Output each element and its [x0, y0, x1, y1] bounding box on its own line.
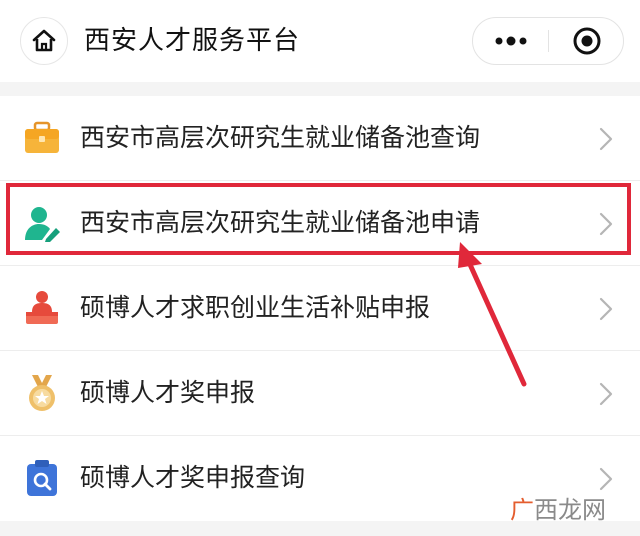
- watermark-accent: 广: [510, 496, 534, 524]
- chevron-right-icon: [599, 382, 613, 406]
- home-icon: [32, 29, 56, 52]
- header-bar: 西安人才服务平台: [0, 0, 640, 82]
- service-menu-list: 西安市高层次研究生就业储备池查询 西安市高层次研究生就业储备池申请 硕博人才求职…: [0, 96, 640, 521]
- menu-item-label: 西安市高层次研究生就业储备池查询: [80, 123, 481, 152]
- chevron-right-icon: [599, 297, 613, 321]
- target-close-icon: [573, 27, 600, 55]
- briefcase-icon: [25, 121, 59, 153]
- menu-item-talent-award[interactable]: 硕博人才奖申报: [0, 351, 640, 436]
- menu-item-pool-query[interactable]: 西安市高层次研究生就业储备池查询: [0, 96, 640, 181]
- watermark: 广西龙网: [510, 490, 606, 530]
- page-title: 西安人才服务平台: [84, 26, 301, 56]
- watermark-rest: 西龙网: [534, 496, 606, 524]
- chevron-right-icon: [599, 467, 613, 491]
- home-button[interactable]: [20, 17, 68, 65]
- chevron-right-icon: [599, 212, 613, 236]
- menu-item-pool-apply[interactable]: 西安市高层次研究生就业储备池申请: [0, 181, 640, 266]
- clipboard-search-icon: [27, 460, 57, 496]
- mini-program-capsule: [472, 17, 624, 65]
- menu-item-living-subsidy[interactable]: 硕博人才求职创业生活补贴申报: [0, 266, 640, 351]
- more-dots-icon: [495, 36, 526, 46]
- menu-item-label: 西安市高层次研究生就业储备池申请: [80, 208, 481, 237]
- menu-item-label: 硕博人才奖申报: [80, 378, 256, 407]
- medal-icon: [29, 375, 55, 411]
- menu-item-label: 硕博人才奖申报查询: [80, 463, 306, 492]
- user-edit-icon: [25, 207, 60, 242]
- speaker-podium-icon: [26, 291, 58, 324]
- section-gap: [0, 82, 640, 96]
- close-button[interactable]: [549, 18, 624, 64]
- more-button[interactable]: [473, 18, 548, 64]
- menu-item-label: 硕博人才求职创业生活补贴申报: [80, 293, 431, 322]
- chevron-right-icon: [599, 127, 613, 151]
